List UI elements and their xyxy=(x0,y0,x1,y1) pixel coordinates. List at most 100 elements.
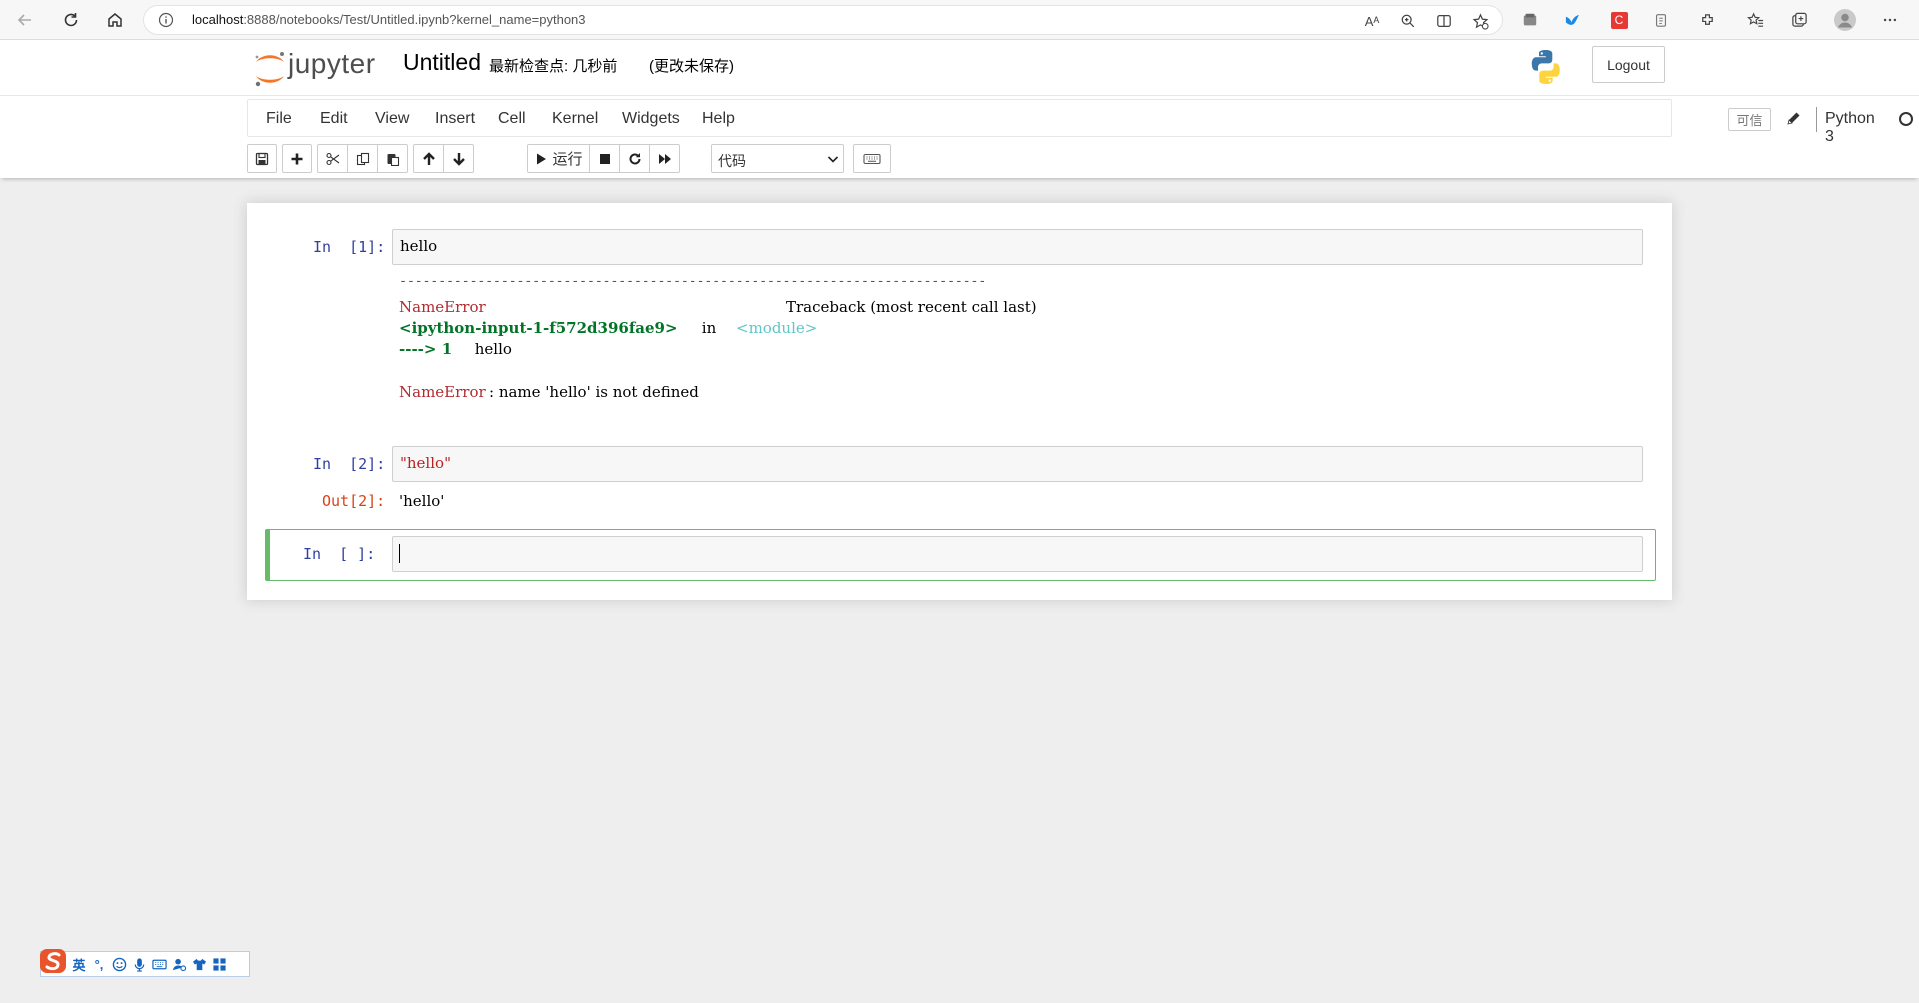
address-bar[interactable]: localhost:8888/notebooks/Test/Untitled.i… xyxy=(143,5,1503,35)
skin-icon[interactable] xyxy=(189,954,209,974)
microphone-icon[interactable] xyxy=(129,954,149,974)
python-logo-icon xyxy=(1531,50,1560,84)
profile-avatar[interactable] xyxy=(1834,9,1856,31)
menubar: File Edit View Insert Cell Kernel Widget… xyxy=(247,99,1913,145)
menu-file[interactable]: File xyxy=(266,110,292,128)
code-cell-input[interactable]: hello xyxy=(392,229,1643,265)
menubar-container: File Edit View Insert Cell Kernel Widget… xyxy=(0,96,1919,178)
soft-keyboard-icon[interactable] xyxy=(149,954,169,974)
menu-view[interactable]: View xyxy=(375,110,409,128)
ime-toolbar[interactable]: 英 °, xyxy=(39,948,250,977)
home-icon xyxy=(108,13,122,27)
extension-store-icon[interactable] xyxy=(1519,9,1541,31)
notebook-title[interactable]: Untitled xyxy=(403,49,481,76)
refresh-icon xyxy=(64,13,78,27)
paste-icon xyxy=(387,153,399,166)
run-button[interactable]: 运行 xyxy=(527,144,590,173)
final-error-name: NameError xyxy=(399,383,486,401)
add-favorite-icon[interactable] xyxy=(1471,12,1489,30)
read-aloud-label: Aᴬ xyxy=(1364,13,1380,29)
plus-icon xyxy=(291,153,303,164)
cell-type-value: 代码 xyxy=(718,153,746,169)
trusted-indicator[interactable]: 可信 xyxy=(1728,108,1771,131)
chevron-down-icon xyxy=(827,156,839,163)
user-settings-icon[interactable] xyxy=(169,954,189,974)
cut-button[interactable] xyxy=(317,144,348,173)
arrow-left-icon xyxy=(17,14,31,26)
kernel-separator xyxy=(1816,107,1817,132)
browser-toolbar: localhost:8888/notebooks/Test/Untitled.i… xyxy=(0,0,1919,40)
insert-cell-button[interactable] xyxy=(282,144,312,173)
refresh-button[interactable] xyxy=(57,6,85,34)
clipboard-extension-icon[interactable] xyxy=(1650,9,1672,31)
zoom-icon[interactable] xyxy=(1399,12,1417,30)
toolbox-icon[interactable] xyxy=(209,954,229,974)
menu-edit[interactable]: Edit xyxy=(320,110,348,128)
input-prompt: In [2]: xyxy=(313,455,386,473)
scissors-icon xyxy=(325,152,339,165)
input-prompt: In [ ]: xyxy=(303,545,376,563)
copy-button[interactable] xyxy=(347,144,378,173)
pencil-icon[interactable] xyxy=(1785,110,1802,127)
favorites-icon[interactable] xyxy=(1744,9,1766,31)
paste-button[interactable] xyxy=(377,144,408,173)
ime-punctuation-toggle[interactable]: °, xyxy=(89,954,109,974)
menu-widgets[interactable]: Widgets xyxy=(622,110,680,128)
split-screen-icon[interactable] xyxy=(1435,12,1453,30)
arrow-down-icon xyxy=(452,152,465,166)
extensions-icon[interactable] xyxy=(1696,9,1718,31)
more-menu-icon[interactable] xyxy=(1879,9,1901,31)
menu-help[interactable]: Help xyxy=(702,110,735,128)
read-aloud-icon[interactable]: Aᴬ xyxy=(1363,12,1381,30)
menu-insert[interactable]: Insert xyxy=(435,110,475,128)
error-arrow: ----> 1 xyxy=(399,340,453,358)
error-line: hello xyxy=(470,340,512,358)
notebook-toolbar: 运行 代码 xyxy=(247,142,1672,174)
url-text[interactable]: localhost:8888/notebooks/Test/Untitled.i… xyxy=(192,12,586,27)
ime-language-toggle[interactable]: 英 xyxy=(69,954,89,974)
save-button[interactable] xyxy=(247,144,277,173)
in-word: in xyxy=(697,319,721,337)
interrupt-kernel-button[interactable] xyxy=(589,144,620,173)
back-button[interactable] xyxy=(11,6,39,34)
restart-icon xyxy=(629,152,640,164)
jupyter-logo-text: jupyter xyxy=(288,48,376,79)
traceback-header: Traceback (most recent call last) xyxy=(786,298,1037,316)
c-extension-icon[interactable]: C xyxy=(1608,9,1630,31)
selected-cell[interactable]: In [ ]: xyxy=(265,529,1656,581)
collections-icon[interactable] xyxy=(1788,9,1810,31)
restart-run-all-button[interactable] xyxy=(649,144,680,173)
emoji-icon[interactable] xyxy=(109,954,129,974)
home-button[interactable] xyxy=(101,6,129,34)
command-palette-button[interactable] xyxy=(853,144,891,173)
autosave-status: (更改未保存) xyxy=(649,58,734,75)
restart-kernel-button[interactable] xyxy=(619,144,650,173)
url-host: localhost xyxy=(192,12,244,27)
site-info-icon[interactable] xyxy=(158,12,174,28)
code-text: hello xyxy=(400,237,438,255)
logout-button[interactable]: Logout xyxy=(1592,46,1665,83)
move-down-button[interactable] xyxy=(443,144,474,173)
traceback-separator: ----------------------------------------… xyxy=(399,273,987,289)
code-cell-input[interactable]: "hello" xyxy=(392,446,1643,482)
final-error-message: : name 'hello' is not defined xyxy=(489,383,699,401)
sogou-logo-icon[interactable] xyxy=(39,948,69,976)
output-prompt: Out[2]: xyxy=(322,492,386,510)
input-prompt: In [1]: xyxy=(313,238,386,256)
bird-extension-icon[interactable] xyxy=(1561,9,1583,31)
play-icon xyxy=(537,153,547,164)
kernel-name[interactable]: Python 3 xyxy=(1825,110,1875,146)
output-text: 'hello' xyxy=(399,492,445,510)
kernel-idle-indicator xyxy=(1899,112,1913,126)
code-cell-input[interactable] xyxy=(392,536,1643,572)
menu-kernel[interactable]: Kernel xyxy=(552,110,598,128)
save-icon xyxy=(255,152,269,165)
checkpoint-status: 最新检查点: 几秒前 xyxy=(489,58,618,75)
move-up-button[interactable] xyxy=(413,144,444,173)
fast-forward-icon xyxy=(658,153,671,164)
menu-cell[interactable]: Cell xyxy=(498,110,526,128)
notebook-container: In [1]: hello --------------------------… xyxy=(247,203,1672,600)
cell-type-select[interactable]: 代码 xyxy=(711,144,844,173)
code-text: "hello" xyxy=(400,454,451,472)
jupyter-header: jupyter Untitled 最新检查点: 几秒前 (更改未保存) Logo… xyxy=(0,40,1919,96)
